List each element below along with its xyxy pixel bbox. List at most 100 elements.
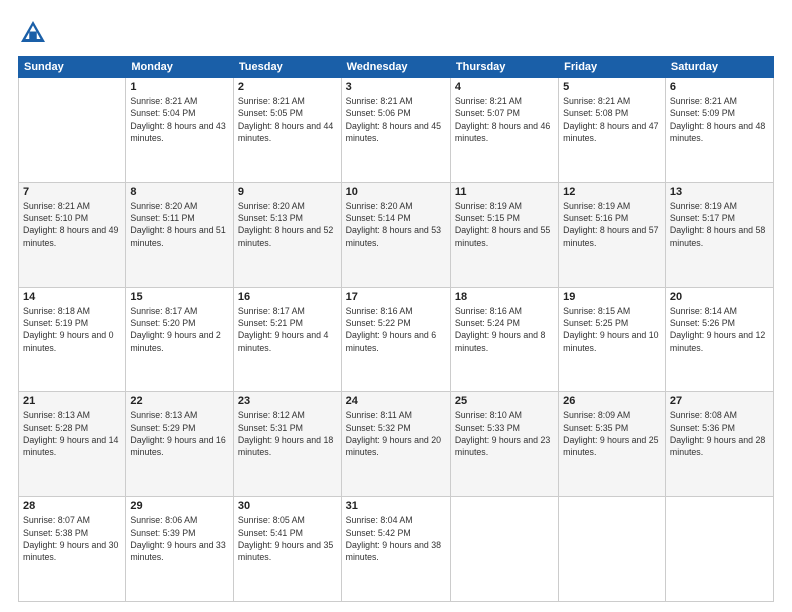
day-info: Sunrise: 8:15 AMSunset: 5:25 PMDaylight:… xyxy=(563,305,661,354)
day-info: Sunrise: 8:11 AMSunset: 5:32 PMDaylight:… xyxy=(346,409,446,458)
calendar-table: SundayMondayTuesdayWednesdayThursdayFrid… xyxy=(18,56,774,602)
day-number: 13 xyxy=(670,186,769,198)
calendar-cell: 5 Sunrise: 8:21 AMSunset: 5:08 PMDaylight… xyxy=(559,78,666,183)
day-number: 6 xyxy=(670,81,769,93)
calendar-cell: 12 Sunrise: 8:19 AMSunset: 5:16 PMDayligh… xyxy=(559,182,666,287)
day-info: Sunrise: 8:19 AMSunset: 5:16 PMDaylight:… xyxy=(563,200,661,249)
header xyxy=(18,18,774,48)
day-info: Sunrise: 8:04 AMSunset: 5:42 PMDaylight:… xyxy=(346,514,446,563)
day-number: 24 xyxy=(346,395,446,407)
week-row-2: 7 Sunrise: 8:21 AMSunset: 5:10 PMDaylight… xyxy=(19,182,774,287)
day-number: 19 xyxy=(563,291,661,303)
calendar-cell: 2 Sunrise: 8:21 AMSunset: 5:05 PMDaylight… xyxy=(233,78,341,183)
calendar-cell xyxy=(19,78,126,183)
day-number: 3 xyxy=(346,81,446,93)
day-number: 28 xyxy=(23,500,121,512)
day-number: 31 xyxy=(346,500,446,512)
day-info: Sunrise: 8:17 AMSunset: 5:20 PMDaylight:… xyxy=(130,305,229,354)
day-info: Sunrise: 8:19 AMSunset: 5:17 PMDaylight:… xyxy=(670,200,769,249)
calendar-cell xyxy=(450,497,558,602)
day-number: 27 xyxy=(670,395,769,407)
calendar-cell: 16 Sunrise: 8:17 AMSunset: 5:21 PMDayligh… xyxy=(233,287,341,392)
day-number: 9 xyxy=(238,186,337,198)
calendar-cell: 29 Sunrise: 8:06 AMSunset: 5:39 PMDayligh… xyxy=(126,497,234,602)
day-info: Sunrise: 8:20 AMSunset: 5:13 PMDaylight:… xyxy=(238,200,337,249)
week-row-4: 21 Sunrise: 8:13 AMSunset: 5:28 PMDayligh… xyxy=(19,392,774,497)
calendar-cell: 20Sunrise: 8:14 AMSunset: 5:26 PMDayligh… xyxy=(665,287,773,392)
calendar-cell: 13 Sunrise: 8:19 AMSunset: 5:17 PMDayligh… xyxy=(665,182,773,287)
day-number: 22 xyxy=(130,395,229,407)
weekday-header-sunday: Sunday xyxy=(19,57,126,78)
day-info: Sunrise: 8:13 AMSunset: 5:28 PMDaylight:… xyxy=(23,409,121,458)
page: SundayMondayTuesdayWednesdayThursdayFrid… xyxy=(0,0,792,612)
calendar-cell: 15Sunrise: 8:17 AMSunset: 5:20 PMDayligh… xyxy=(126,287,234,392)
day-number: 25 xyxy=(455,395,554,407)
day-info: Sunrise: 8:12 AMSunset: 5:31 PMDaylight:… xyxy=(238,409,337,458)
day-number: 8 xyxy=(130,186,229,198)
day-info: Sunrise: 8:13 AMSunset: 5:29 PMDaylight:… xyxy=(130,409,229,458)
weekday-header-tuesday: Tuesday xyxy=(233,57,341,78)
day-info: Sunrise: 8:21 AMSunset: 5:10 PMDaylight:… xyxy=(23,200,121,249)
logo xyxy=(18,18,52,48)
calendar-cell: 31 Sunrise: 8:04 AMSunset: 5:42 PMDayligh… xyxy=(341,497,450,602)
calendar-cell xyxy=(559,497,666,602)
day-info: Sunrise: 8:14 AMSunset: 5:26 PMDaylight:… xyxy=(670,305,769,354)
logo-icon xyxy=(18,18,48,48)
day-number: 16 xyxy=(238,291,337,303)
day-number: 2 xyxy=(238,81,337,93)
weekday-header-saturday: Saturday xyxy=(665,57,773,78)
day-info: Sunrise: 8:21 AMSunset: 5:06 PMDaylight:… xyxy=(346,95,446,144)
calendar-cell: 25 Sunrise: 8:10 AMSunset: 5:33 PMDayligh… xyxy=(450,392,558,497)
calendar-cell: 8 Sunrise: 8:20 AMSunset: 5:11 PMDaylight… xyxy=(126,182,234,287)
week-row-1: 1 Sunrise: 8:21 AMSunset: 5:04 PMDaylight… xyxy=(19,78,774,183)
day-info: Sunrise: 8:16 AMSunset: 5:24 PMDaylight:… xyxy=(455,305,554,354)
day-info: Sunrise: 8:20 AMSunset: 5:14 PMDaylight:… xyxy=(346,200,446,249)
day-number: 10 xyxy=(346,186,446,198)
day-number: 29 xyxy=(130,500,229,512)
day-info: Sunrise: 8:05 AMSunset: 5:41 PMDaylight:… xyxy=(238,514,337,563)
calendar-cell: 3 Sunrise: 8:21 AMSunset: 5:06 PMDaylight… xyxy=(341,78,450,183)
day-info: Sunrise: 8:08 AMSunset: 5:36 PMDaylight:… xyxy=(670,409,769,458)
day-number: 5 xyxy=(563,81,661,93)
day-info: Sunrise: 8:21 AMSunset: 5:04 PMDaylight:… xyxy=(130,95,229,144)
day-info: Sunrise: 8:21 AMSunset: 5:07 PMDaylight:… xyxy=(455,95,554,144)
day-number: 23 xyxy=(238,395,337,407)
weekday-header-friday: Friday xyxy=(559,57,666,78)
day-number: 14 xyxy=(23,291,121,303)
calendar-cell xyxy=(665,497,773,602)
calendar-cell: 14 Sunrise: 8:18 AMSunset: 5:19 PMDayligh… xyxy=(19,287,126,392)
calendar-cell: 27 Sunrise: 8:08 AMSunset: 5:36 PMDayligh… xyxy=(665,392,773,497)
day-info: Sunrise: 8:20 AMSunset: 5:11 PMDaylight:… xyxy=(130,200,229,249)
weekday-header-row: SundayMondayTuesdayWednesdayThursdayFrid… xyxy=(19,57,774,78)
calendar-cell: 17Sunrise: 8:16 AMSunset: 5:22 PMDayligh… xyxy=(341,287,450,392)
day-number: 17 xyxy=(346,291,446,303)
calendar-cell: 1 Sunrise: 8:21 AMSunset: 5:04 PMDaylight… xyxy=(126,78,234,183)
weekday-header-thursday: Thursday xyxy=(450,57,558,78)
day-number: 4 xyxy=(455,81,554,93)
day-info: Sunrise: 8:10 AMSunset: 5:33 PMDaylight:… xyxy=(455,409,554,458)
day-info: Sunrise: 8:19 AMSunset: 5:15 PMDaylight:… xyxy=(455,200,554,249)
day-info: Sunrise: 8:06 AMSunset: 5:39 PMDaylight:… xyxy=(130,514,229,563)
weekday-header-monday: Monday xyxy=(126,57,234,78)
day-info: Sunrise: 8:07 AMSunset: 5:38 PMDaylight:… xyxy=(23,514,121,563)
day-number: 30 xyxy=(238,500,337,512)
day-number: 18 xyxy=(455,291,554,303)
day-number: 1 xyxy=(130,81,229,93)
day-number: 12 xyxy=(563,186,661,198)
day-info: Sunrise: 8:18 AMSunset: 5:19 PMDaylight:… xyxy=(23,305,121,354)
day-info: Sunrise: 8:21 AMSunset: 5:08 PMDaylight:… xyxy=(563,95,661,144)
calendar-cell: 9 Sunrise: 8:20 AMSunset: 5:13 PMDaylight… xyxy=(233,182,341,287)
day-number: 7 xyxy=(23,186,121,198)
day-number: 21 xyxy=(23,395,121,407)
day-info: Sunrise: 8:21 AMSunset: 5:05 PMDaylight:… xyxy=(238,95,337,144)
day-info: Sunrise: 8:17 AMSunset: 5:21 PMDaylight:… xyxy=(238,305,337,354)
week-row-5: 28 Sunrise: 8:07 AMSunset: 5:38 PMDayligh… xyxy=(19,497,774,602)
calendar-cell: 18 Sunrise: 8:16 AMSunset: 5:24 PMDayligh… xyxy=(450,287,558,392)
calendar-cell: 10 Sunrise: 8:20 AMSunset: 5:14 PMDayligh… xyxy=(341,182,450,287)
calendar-cell: 19 Sunrise: 8:15 AMSunset: 5:25 PMDayligh… xyxy=(559,287,666,392)
calendar-cell: 11Sunrise: 8:19 AMSunset: 5:15 PMDayligh… xyxy=(450,182,558,287)
day-number: 26 xyxy=(563,395,661,407)
day-info: Sunrise: 8:21 AMSunset: 5:09 PMDaylight:… xyxy=(670,95,769,144)
week-row-3: 14 Sunrise: 8:18 AMSunset: 5:19 PMDayligh… xyxy=(19,287,774,392)
calendar-cell: 24 Sunrise: 8:11 AMSunset: 5:32 PMDayligh… xyxy=(341,392,450,497)
